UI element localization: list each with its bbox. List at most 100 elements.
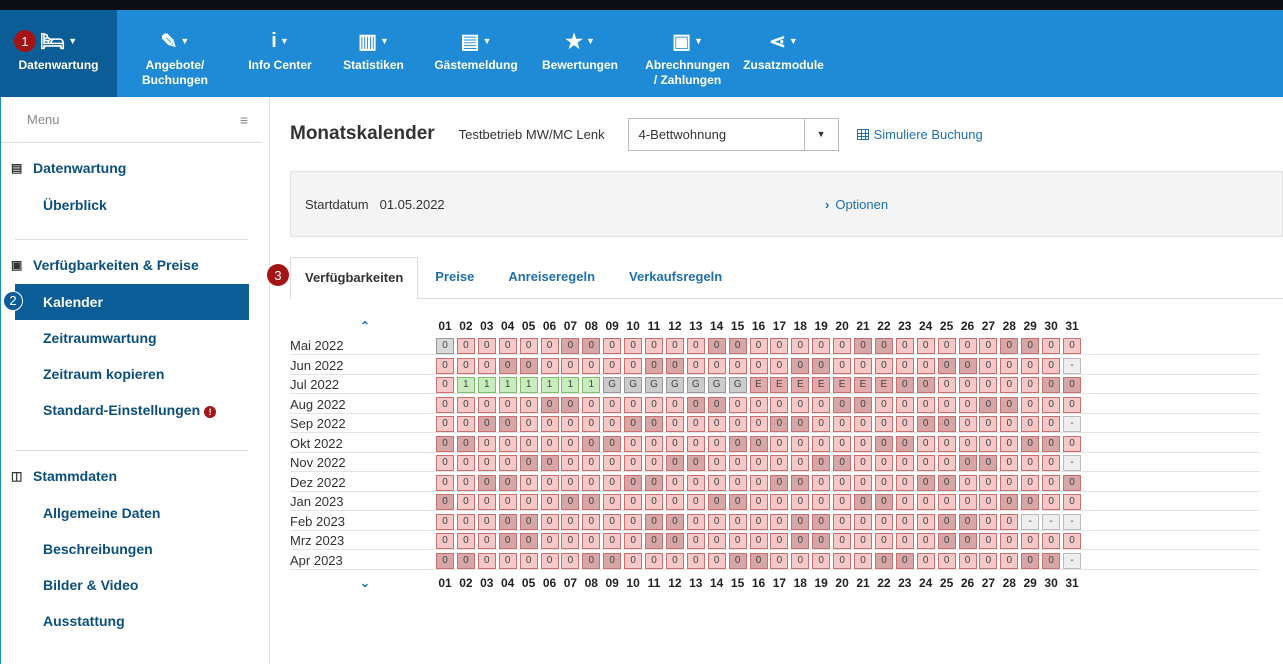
calendar-cell[interactable]: 0 [436,455,454,471]
calendar-cell[interactable]: 0 [456,455,475,471]
calendar-cell[interactable]: 0 [770,494,789,510]
calendar-cell[interactable]: 0 [1063,533,1081,549]
sidebar-item-standard-einstellungen[interactable]: Standard-Einstellungen! [1,392,262,428]
calendar-cell[interactable]: 0 [477,338,496,354]
calendar-cell[interactable]: 0 [1042,396,1061,413]
tab-anreiseregeln[interactable]: Anreiseregeln [491,257,612,299]
calendar-cell[interactable]: 0 [1063,396,1081,413]
calendar-cell[interactable]: 0 [645,494,663,510]
calendar-cell[interactable]: 0 [979,396,998,413]
calendar-cell[interactable]: 0 [874,396,893,413]
calendar-cell[interactable]: 0 [582,357,601,374]
calendar-cell[interactable]: 0 [603,552,622,569]
calendar-cell[interactable]: 0 [728,455,747,471]
calendar-cell[interactable]: 0 [603,338,622,354]
calendar-cell[interactable]: 0 [1021,494,1040,510]
calendar-cell[interactable]: 0 [519,474,538,491]
calendar-cell[interactable]: 0 [979,338,998,354]
calendar-cell[interactable]: - [1063,513,1081,530]
calendar-cell[interactable]: 0 [498,455,517,471]
calendar-cell[interactable]: 0 [686,494,705,510]
calendar-cell[interactable]: 0 [874,455,893,471]
calendar-cell[interactable]: 0 [436,396,454,413]
calendar-cell[interactable]: 0 [937,338,956,354]
calendar-cell[interactable]: 0 [519,552,538,569]
calendar-cell[interactable]: 0 [812,416,831,432]
calendar-cell[interactable]: 0 [791,455,810,471]
calendar-cell[interactable]: 0 [770,416,789,432]
calendar-cell[interactable]: 0 [561,338,580,354]
calendar-cell[interactable]: 0 [770,474,789,491]
calendar-cell[interactable]: 0 [895,396,914,413]
calendar-cell[interactable]: 0 [603,357,622,374]
calendar-cell[interactable]: 0 [749,455,768,471]
calendar-cell[interactable]: E [833,377,852,393]
calendar-cell[interactable]: 0 [791,357,810,374]
calendar-cell[interactable]: - [1063,416,1081,432]
options-toggle[interactable]: › Optionen [825,197,888,212]
calendar-cell[interactable]: 0 [937,513,956,530]
calendar-cell[interactable]: 0 [1042,533,1061,549]
calendar-cell[interactable]: 0 [958,377,977,393]
calendar-cell[interactable]: - [1042,513,1061,530]
calendar-cell[interactable]: 0 [686,474,705,491]
calendar-cell[interactable]: 0 [436,416,454,432]
calendar-cell[interactable]: 0 [707,416,726,432]
calendar-cell[interactable]: 0 [812,533,831,549]
calendar-cell[interactable]: 0 [498,533,517,549]
calendar-cell[interactable]: 0 [561,357,580,374]
calendar-cell[interactable]: 0 [1042,455,1061,471]
start-date-value[interactable]: 01.05.2022 [380,197,445,212]
calendar-cell[interactable]: 0 [791,533,810,549]
calendar-cell[interactable]: 0 [456,396,475,413]
calendar-cell[interactable]: 0 [582,416,601,432]
calendar-cell[interactable]: 0 [833,533,852,549]
calendar-cell[interactable]: 0 [728,533,747,549]
calendar-cell[interactable]: 0 [624,435,643,452]
calendar-cell[interactable]: G [645,377,663,393]
calendar-cell[interactable]: 0 [833,338,852,354]
calendar-cell[interactable]: 0 [812,396,831,413]
calendar-cell[interactable]: 0 [937,552,956,569]
calendar-cell[interactable]: G [707,377,726,393]
nav-item-7[interactable]: ⋖ ▼ Zusatzmodule [743,10,824,97]
calendar-cell[interactable]: 0 [833,494,852,510]
calendar-cell[interactable]: 0 [937,455,956,471]
calendar-cell[interactable]: 0 [770,396,789,413]
calendar-cell[interactable]: 0 [770,338,789,354]
calendar-cell[interactable]: 0 [707,513,726,530]
calendar-cell[interactable]: 0 [874,338,893,354]
calendar-cell[interactable]: 0 [770,552,789,569]
calendar-cell[interactable]: 0 [624,494,643,510]
calendar-cell[interactable]: 0 [519,396,538,413]
calendar-cell[interactable]: 0 [624,533,643,549]
calendar-cell[interactable]: 0 [1021,552,1040,569]
calendar-cell[interactable]: 0 [686,533,705,549]
calendar-cell[interactable]: 0 [937,474,956,491]
calendar-cell[interactable]: 0 [1021,533,1040,549]
calendar-cell[interactable]: 0 [645,513,663,530]
calendar-cell[interactable]: 0 [436,513,454,530]
calendar-cell[interactable]: - [1021,513,1040,530]
calendar-cell[interactable]: 0 [665,494,684,510]
calendar-cell[interactable]: 0 [874,494,893,510]
calendar-cell[interactable]: 0 [1021,435,1040,452]
calendar-cell[interactable]: 0 [561,416,580,432]
calendar-cell[interactable]: 0 [477,552,496,569]
calendar-cell[interactable]: 0 [1042,435,1061,452]
calendar-cell[interactable]: 0 [456,533,475,549]
calendar-cell[interactable]: 0 [854,435,872,452]
calendar-cell[interactable]: 0 [477,494,496,510]
calendar-cell[interactable]: 0 [728,338,747,354]
nav-item-4[interactable]: ▤ ▼ Gästemeldung [420,10,532,97]
calendar-cell[interactable]: E [812,377,831,393]
calendar-cell[interactable]: 0 [624,416,643,432]
calendar-cell[interactable]: 0 [707,357,726,374]
calendar-cell[interactable]: 0 [916,513,935,530]
calendar-cell[interactable]: 0 [979,357,998,374]
calendar-cell[interactable]: 0 [603,455,622,471]
calendar-cell[interactable]: 0 [519,494,538,510]
calendar-cell[interactable]: 0 [1021,474,1040,491]
calendar-cell[interactable]: 0 [645,396,663,413]
calendar-cell[interactable]: 0 [665,357,684,374]
